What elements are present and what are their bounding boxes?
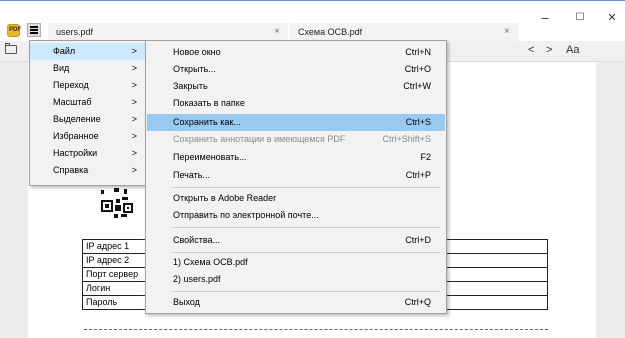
- chevron-right-icon: >: [131, 97, 137, 107]
- menu-item-shortcut: Ctrl+W: [403, 81, 431, 91]
- menu-item-print[interactable]: Печать... Ctrl+P: [147, 167, 445, 184]
- menu-item-label: Сохранить аннотации в имеющемся PDF: [173, 134, 346, 144]
- chevron-right-icon: >: [131, 63, 137, 73]
- menu-item-save-as[interactable]: Сохранить как... Ctrl+S: [147, 114, 445, 131]
- menu-item-shortcut: Ctrl+O: [404, 64, 431, 74]
- menu-separator: [172, 187, 440, 188]
- menu-item-rename[interactable]: Переименовать... F2: [147, 149, 445, 166]
- chevron-right-icon: >: [131, 148, 137, 158]
- menu-item-label: Закрыть: [173, 81, 208, 91]
- menu-item-open-adobe[interactable]: Открыть в Adobe Reader: [147, 190, 445, 207]
- app-logo-text: PDF: [9, 27, 21, 33]
- chevron-right-icon: >: [131, 165, 137, 175]
- main-menu: Файл > Вид > Переход > Масштаб > Выделение > …: [29, 40, 147, 186]
- menu-item-label: Открыть...: [173, 64, 216, 74]
- menu-item-label: Выход: [173, 297, 200, 307]
- menu-item-label: Справка: [53, 165, 89, 175]
- page-cut-line: [84, 329, 548, 330]
- menu-item-favorites[interactable]: Избранное >: [30, 128, 146, 145]
- menu-item-label: Настройки: [53, 148, 98, 158]
- menu-item-label: Показать в папке: [173, 98, 245, 108]
- minimize-button[interactable]: –: [535, 10, 555, 25]
- table-cell-label: Логин: [82, 281, 147, 296]
- menu-separator: [172, 227, 440, 228]
- menu-item-label: Вид: [53, 63, 70, 73]
- table-cell-label: IP адрес 1: [82, 239, 147, 254]
- table-cell-label: IP адрес 2: [82, 253, 147, 268]
- tab-title: Схема ОСВ.pdf: [298, 27, 363, 37]
- menu-item-label: Отправить по электронной почте...: [173, 210, 319, 220]
- app-logo-icon[interactable]: PDF: [7, 24, 21, 37]
- menu-item-exit[interactable]: Выход Ctrl+Q: [147, 294, 445, 311]
- menu-item-goto[interactable]: Переход >: [30, 77, 146, 94]
- menu-item-open[interactable]: Открыть... Ctrl+O: [147, 61, 445, 78]
- menu-item-shortcut: Ctrl+S: [405, 117, 431, 127]
- menu-item-label: Свойства...: [173, 235, 221, 245]
- menu-item-shortcut: F2: [420, 152, 431, 162]
- menu-item-send-email[interactable]: Отправить по электронной почте...: [147, 207, 445, 224]
- chevron-right-icon: >: [131, 131, 137, 141]
- menu-item-view[interactable]: Вид >: [30, 60, 146, 77]
- menu-item-settings[interactable]: Настройки >: [30, 145, 146, 162]
- menu-item-selection[interactable]: Выделение >: [30, 111, 146, 128]
- tab-schema-osv-pdf[interactable]: Схема ОСВ.pdf ×: [290, 23, 518, 41]
- menu-item-label: Печать...: [173, 170, 210, 180]
- menu-item-label: Новое окно: [173, 47, 221, 57]
- menu-item-shortcut: Ctrl+P: [405, 170, 431, 180]
- chevron-right-icon: >: [131, 80, 137, 90]
- menu-item-shortcut: Ctrl+Q: [404, 297, 431, 307]
- menu-item-help[interactable]: Справка >: [30, 162, 146, 179]
- next-page-button[interactable]: >: [546, 44, 552, 56]
- menu-item-recent-2[interactable]: 2) users.pdf: [147, 271, 445, 288]
- menu-item-label: 2) users.pdf: [173, 274, 221, 284]
- menu-separator: [172, 252, 440, 253]
- tab-close-icon[interactable]: ×: [504, 26, 510, 37]
- menu-item-label: Файл: [53, 46, 76, 56]
- close-window-button[interactable]: ✕: [602, 11, 622, 24]
- tab-users-pdf[interactable]: users.pdf ×: [48, 23, 288, 41]
- menu-item-properties[interactable]: Свойства... Ctrl+D: [147, 232, 445, 249]
- qr-code-image: [100, 185, 136, 221]
- chevron-right-icon: >: [131, 114, 137, 124]
- menu-item-file[interactable]: Файл >: [30, 43, 146, 60]
- tab-title: users.pdf: [56, 27, 94, 37]
- tab-close-icon[interactable]: ×: [274, 26, 280, 37]
- menu-item-save-annotations: Сохранить аннотации в имеющемся PDF Ctrl+…: [147, 131, 445, 148]
- menu-item-label: Открыть в Adobe Reader: [173, 193, 277, 203]
- menu-item-show-in-folder[interactable]: Показать в папке: [147, 95, 445, 112]
- hamburger-menu-icon[interactable]: [27, 23, 41, 37]
- table-cell-label: Порт сервер: [82, 267, 147, 282]
- maximize-button[interactable]: ☐: [570, 12, 590, 23]
- menu-item-label: Выделение: [53, 114, 101, 124]
- menu-item-label: Избранное: [53, 131, 99, 141]
- menu-item-label: Переход: [53, 80, 89, 90]
- menu-item-shortcut: Ctrl+N: [405, 47, 431, 57]
- chevron-right-icon: >: [131, 46, 137, 56]
- prev-page-button[interactable]: <: [528, 44, 534, 56]
- menu-separator: [172, 291, 440, 292]
- font-size-button[interactable]: Aa: [566, 44, 579, 56]
- menu-item-label: Масштаб: [53, 97, 92, 107]
- menu-item-close[interactable]: Закрыть Ctrl+W: [147, 78, 445, 95]
- table-cell-label: Пароль: [82, 295, 147, 310]
- menu-item-label: Сохранить как...: [173, 117, 241, 127]
- menu-item-recent-1[interactable]: 1) Схема ОСВ.pdf: [147, 254, 445, 271]
- menu-item-label: 1) Схема ОСВ.pdf: [173, 257, 248, 267]
- file-submenu: Новое окно Ctrl+N Открыть... Ctrl+O Закрыт…: [145, 40, 447, 314]
- open-folder-icon[interactable]: [5, 43, 17, 54]
- menu-item-shortcut: Ctrl+D: [405, 235, 431, 245]
- menu-item-new-window[interactable]: Новое окно Ctrl+N: [147, 44, 445, 61]
- menu-item-zoom[interactable]: Масштаб >: [30, 94, 146, 111]
- menu-item-shortcut: Ctrl+Shift+S: [382, 134, 431, 144]
- menu-item-label: Переименовать...: [173, 152, 247, 162]
